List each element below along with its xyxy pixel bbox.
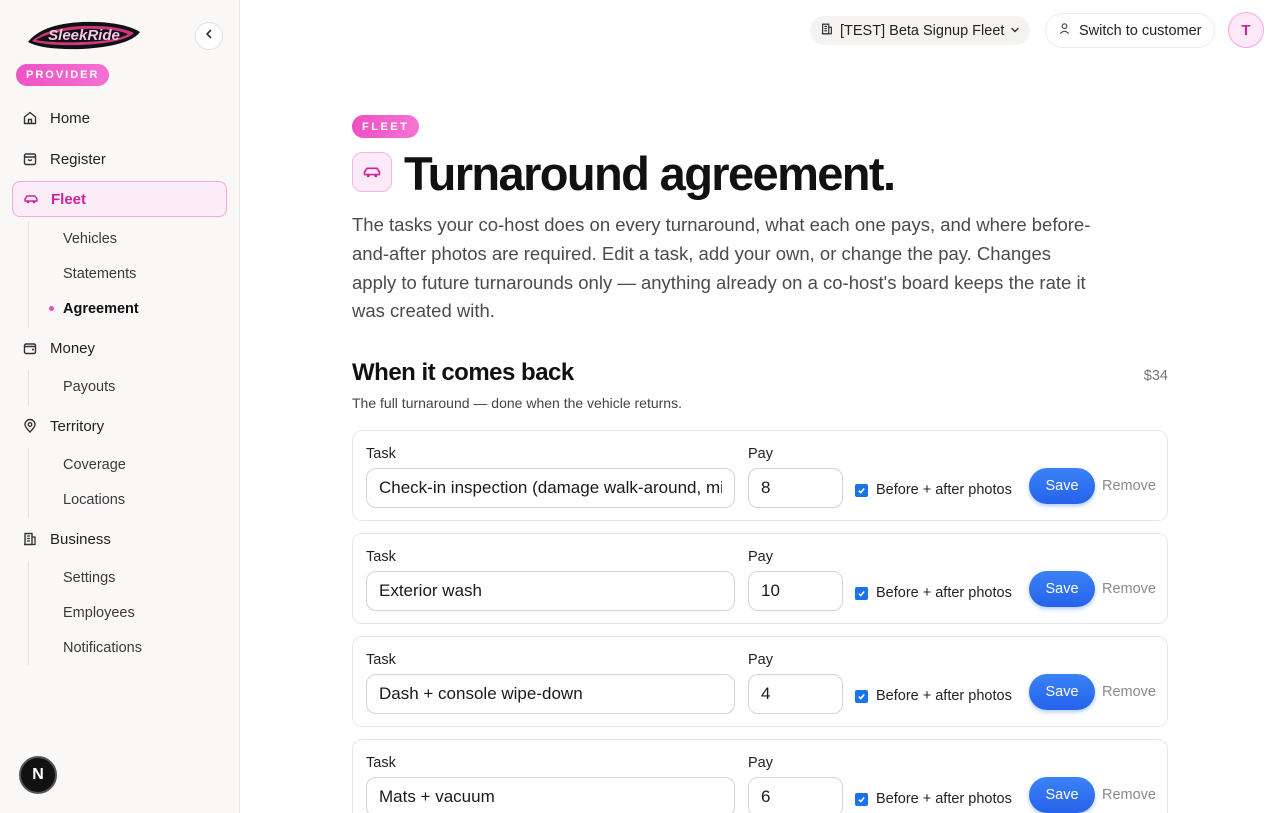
task-row: Task Pay Before + after photos Save Remo…: [352, 533, 1168, 624]
pay-label: Pay: [748, 652, 773, 668]
nav-register[interactable]: Register: [12, 141, 227, 177]
subnav-payouts[interactable]: Payouts: [63, 372, 115, 402]
wallet-icon: [22, 340, 38, 356]
photos-label: Before + after photos: [876, 791, 1012, 807]
remove-button[interactable]: Remove: [1102, 787, 1156, 803]
task-label: Task: [366, 549, 396, 565]
pay-label: Pay: [748, 755, 773, 771]
subnav-coverage[interactable]: Coverage: [63, 450, 126, 480]
task-label: Task: [366, 652, 396, 668]
save-button[interactable]: Save: [1029, 777, 1095, 813]
task-row: Task Pay Before + after photos Save Remo…: [352, 430, 1168, 521]
section-title: When it comes back: [352, 359, 574, 386]
checkbox-checked-icon: [855, 586, 868, 600]
chevron-down-icon: [1010, 23, 1020, 39]
checkbox-checked-icon: [855, 792, 868, 806]
pay-input[interactable]: [748, 571, 843, 611]
save-button[interactable]: Save: [1029, 571, 1095, 607]
save-button[interactable]: Save: [1029, 468, 1095, 504]
sleekride-logo[interactable]: SleekRide: [22, 16, 144, 56]
chevron-left-icon: [203, 27, 215, 45]
pay-input[interactable]: [748, 468, 843, 508]
photos-checkbox[interactable]: Before + after photos: [855, 791, 1012, 807]
sidebar: SleekRide PROVIDER Home Register Fleet V…: [0, 0, 240, 813]
subnav-locations[interactable]: Locations: [63, 485, 125, 515]
page-title: Turnaround agreement.: [404, 147, 896, 200]
car-icon: [352, 152, 392, 192]
fleet-tag: FLEET: [352, 115, 420, 138]
fleet-subnav-line: [28, 222, 29, 328]
car-icon: [23, 191, 39, 207]
user-icon: [1058, 22, 1071, 39]
subnav-agreement[interactable]: Agreement: [63, 294, 139, 324]
checkbox-checked-icon: [855, 483, 868, 497]
photos-checkbox[interactable]: Before + after photos: [855, 482, 1012, 498]
user-avatar[interactable]: T: [1228, 12, 1264, 48]
section-total: $34: [1143, 368, 1168, 384]
nav-business[interactable]: Business: [12, 521, 227, 557]
switch-to-customer-label: Switch to customer: [1079, 22, 1202, 39]
photos-label: Before + after photos: [876, 688, 1012, 704]
current-page-indicator: [49, 306, 54, 311]
nav-territory[interactable]: Territory: [12, 408, 227, 444]
checkbox-checked-icon: [855, 689, 868, 703]
collapse-sidebar-button[interactable]: [195, 22, 223, 50]
photos-label: Before + after photos: [876, 585, 1012, 601]
fleet-name: [TEST] Beta Signup Fleet: [840, 22, 1005, 39]
pay-input[interactable]: [748, 777, 843, 813]
business-subnav-line: [28, 561, 29, 665]
pay-label: Pay: [748, 446, 773, 462]
photos-checkbox[interactable]: Before + after photos: [855, 585, 1012, 601]
task-label: Task: [366, 755, 396, 771]
subnav-vehicles[interactable]: Vehicles: [63, 224, 117, 254]
task-label: Task: [366, 446, 396, 462]
nav-business-label: Business: [50, 530, 111, 548]
money-subnav-line: [28, 370, 29, 406]
task-row: Task Pay Before + after photos Save Remo…: [352, 739, 1168, 813]
photos-label: Before + after photos: [876, 482, 1012, 498]
task-name-input[interactable]: [366, 571, 735, 611]
subnav-statements[interactable]: Statements: [63, 259, 136, 289]
map-pin-icon: [22, 418, 38, 434]
nav-register-label: Register: [50, 150, 106, 168]
subnav-settings[interactable]: Settings: [63, 563, 115, 593]
subnav-employees[interactable]: Employees: [63, 598, 135, 628]
svg-text:SleekRide: SleekRide: [48, 27, 120, 44]
home-icon: [22, 110, 38, 126]
remove-button[interactable]: Remove: [1102, 581, 1156, 597]
photos-checkbox[interactable]: Before + after photos: [855, 688, 1012, 704]
nav-territory-label: Territory: [50, 417, 105, 435]
task-name-input[interactable]: [366, 468, 735, 508]
territory-subnav-line: [28, 448, 29, 518]
nav-fleet[interactable]: Fleet: [12, 181, 227, 217]
building-icon: [22, 531, 38, 547]
nav-fleet-label: Fleet: [51, 190, 87, 208]
pay-label: Pay: [748, 549, 773, 565]
building-icon: [820, 22, 834, 40]
task-name-input[interactable]: [366, 674, 735, 714]
pay-input[interactable]: [748, 674, 843, 714]
provider-badge: PROVIDER: [16, 64, 110, 86]
nav-money-label: Money: [50, 339, 96, 357]
task-name-input[interactable]: [366, 777, 735, 813]
register-icon: [22, 151, 38, 167]
subnav-notifications[interactable]: Notifications: [63, 633, 142, 663]
remove-button[interactable]: Remove: [1102, 684, 1156, 700]
n-badge-button[interactable]: N: [19, 756, 57, 794]
page-intro: The tasks your co-host does on every tur…: [352, 214, 1091, 322]
task-row: Task Pay Before + after photos Save Remo…: [352, 636, 1168, 727]
nav-money[interactable]: Money: [12, 330, 227, 366]
fleet-switcher[interactable]: [TEST] Beta Signup Fleet: [810, 16, 1031, 45]
nav-home-label: Home: [50, 109, 91, 127]
section-subtitle: The full turnaround — done when the vehi…: [352, 395, 682, 411]
switch-to-customer-button[interactable]: Switch to customer: [1045, 13, 1215, 48]
remove-button[interactable]: Remove: [1102, 478, 1156, 494]
save-button[interactable]: Save: [1029, 674, 1095, 710]
nav-home[interactable]: Home: [12, 100, 227, 136]
